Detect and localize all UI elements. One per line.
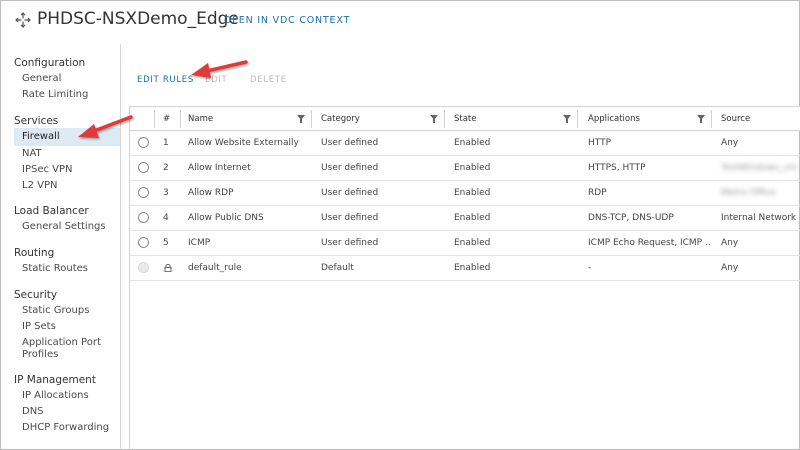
sidebar-item-rate-limiting[interactable]: Rate Limiting xyxy=(22,89,88,101)
firewall-rules-grid: # Name Category State Applications Sourc… xyxy=(129,106,800,450)
row-select-radio[interactable] xyxy=(138,137,149,148)
cell-source: Any xyxy=(721,238,739,248)
cell-source: Any xyxy=(721,263,739,273)
column-header-category[interactable]: Category xyxy=(321,107,360,131)
sidebar-item-general[interactable]: General xyxy=(22,73,61,85)
filter-icon[interactable] xyxy=(430,115,438,123)
cell-state: Enabled xyxy=(454,138,491,148)
cell-category: User defined xyxy=(321,213,379,223)
cell-name: ICMP xyxy=(188,238,211,248)
sidebar-item-label-line2: Profiles xyxy=(22,349,59,360)
cell-number: 2 xyxy=(163,163,169,173)
cell-state: Enabled xyxy=(454,263,491,273)
cell-name: default_rule xyxy=(188,263,242,273)
cell-name: Allow Internet xyxy=(188,163,251,173)
row-select-radio[interactable] xyxy=(138,212,149,223)
table-row[interactable]: 3 Allow RDP User defined Enabled RDP Met… xyxy=(130,181,800,206)
table-row[interactable]: 5 ICMP User defined Enabled ICMP Echo Re… xyxy=(130,231,800,256)
cell-category: User defined xyxy=(321,188,379,198)
sidebar-item-ipsec-vpn[interactable]: IPSec VPN xyxy=(22,164,73,176)
cell-category: Default xyxy=(321,263,354,273)
row-select-radio xyxy=(138,262,149,273)
sidebar-group-security: Security xyxy=(14,289,58,301)
column-header-name[interactable]: Name xyxy=(188,107,213,131)
column-header-state[interactable]: State xyxy=(454,107,477,131)
sidebar-group-ip-management: IP Management xyxy=(14,374,96,386)
sidebar-group-load-balancer: Load Balancer xyxy=(14,205,89,217)
cell-name: Allow Website Externally xyxy=(188,138,299,148)
cell-applications: ICMP Echo Request, ICMP ... xyxy=(588,238,710,248)
sidebar-item-static-routes[interactable]: Static Routes xyxy=(22,263,88,275)
cell-source: Metro Office xyxy=(721,188,776,198)
row-select-radio[interactable] xyxy=(138,162,149,173)
sidebar-item-dns[interactable]: DNS xyxy=(22,406,44,418)
sidebar-group-services: Services xyxy=(14,115,59,127)
column-separator xyxy=(444,110,445,128)
cell-source: Any xyxy=(721,138,739,148)
sidebar: Configuration General Rate Limiting Serv… xyxy=(0,44,121,450)
lock-icon xyxy=(164,264,172,272)
cell-name: Allow Public DNS xyxy=(188,213,264,223)
column-header-source[interactable]: Source xyxy=(721,107,750,131)
sidebar-item-ip-allocations[interactable]: IP Allocations xyxy=(22,390,89,402)
filter-icon[interactable] xyxy=(297,115,305,123)
cell-applications: HTTPS, HTTP xyxy=(588,163,646,173)
sidebar-item-firewall[interactable]: Firewall xyxy=(14,128,120,146)
sidebar-group-routing: Routing xyxy=(14,247,55,259)
table-row[interactable]: 4 Allow Public DNS User defined Enabled … xyxy=(130,206,800,231)
page-header: PHDSC-NSXDemo_Edge OPEN IN VDC CONTEXT xyxy=(0,0,800,44)
cell-number: 1 xyxy=(163,138,169,148)
filter-icon[interactable] xyxy=(563,115,571,123)
table-row[interactable]: 1 Allow Website Externally User defined … xyxy=(130,131,800,156)
cell-number: 3 xyxy=(163,188,169,198)
sidebar-item-l2-vpn[interactable]: L2 VPN xyxy=(22,180,57,192)
cell-state: Enabled xyxy=(454,163,491,173)
cell-applications: - xyxy=(588,263,592,273)
cell-number: 5 xyxy=(163,238,169,248)
cell-name: Allow RDP xyxy=(188,188,234,198)
delete-button[interactable]: DELETE xyxy=(250,75,287,85)
cell-state: Enabled xyxy=(454,213,491,223)
cell-category: User defined xyxy=(321,163,379,173)
row-select-radio[interactable] xyxy=(138,187,149,198)
column-separator xyxy=(180,110,181,128)
sidebar-item-dhcp-forwarding[interactable]: DHCP Forwarding xyxy=(22,422,109,434)
cell-applications: RDP xyxy=(588,188,607,198)
sidebar-item-general-settings[interactable]: General Settings xyxy=(22,221,106,233)
table-row[interactable]: default_rule Default Enabled - Any xyxy=(130,256,800,281)
cell-source: Internal Network xyxy=(721,213,797,223)
cell-applications: HTTP xyxy=(588,138,612,148)
column-separator xyxy=(577,110,578,128)
column-separator xyxy=(154,110,155,128)
edit-button[interactable]: EDIT xyxy=(205,75,227,85)
cell-category: User defined xyxy=(321,138,379,148)
page-title: PHDSC-NSXDemo_Edge xyxy=(37,9,239,29)
cell-applications: DNS-TCP, DNS-UDP xyxy=(588,213,674,223)
cell-category: User defined xyxy=(321,238,379,248)
cell-state: Enabled xyxy=(454,188,491,198)
cell-number: 4 xyxy=(163,213,169,223)
open-in-vdc-context-link[interactable]: OPEN IN VDC CONTEXT xyxy=(224,15,350,26)
sidebar-item-application-port-profiles[interactable]: Application Port Profiles xyxy=(22,337,101,361)
column-separator xyxy=(711,110,712,128)
sidebar-item-static-groups[interactable]: Static Groups xyxy=(22,305,89,317)
sidebar-item-nat[interactable]: NAT xyxy=(22,148,42,160)
column-header-applications[interactable]: Applications xyxy=(588,107,640,131)
edit-rules-button[interactable]: EDIT RULES xyxy=(137,75,194,85)
cell-state: Enabled xyxy=(454,238,491,248)
table-row[interactable]: 2 Allow Internet User defined Enabled HT… xyxy=(130,156,800,181)
edge-gateway-icon xyxy=(15,12,31,28)
filter-icon[interactable] xyxy=(697,115,705,123)
grid-header: # Name Category State Applications Sourc… xyxy=(130,107,800,131)
column-separator xyxy=(311,110,312,128)
sidebar-item-label-line1: Application Port xyxy=(22,337,101,348)
sidebar-group-configuration: Configuration xyxy=(14,57,86,69)
column-header-number[interactable]: # xyxy=(163,107,170,131)
row-select-radio[interactable] xyxy=(138,237,149,248)
cell-source: TestWindows_vm xyxy=(721,163,798,173)
sidebar-item-ip-sets[interactable]: IP Sets xyxy=(22,321,56,333)
